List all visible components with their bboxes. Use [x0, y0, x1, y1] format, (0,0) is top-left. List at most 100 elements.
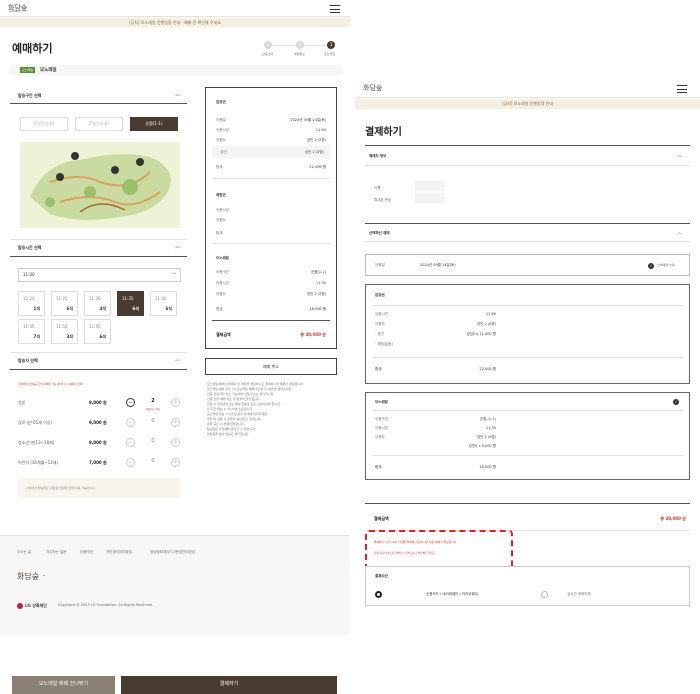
payment-total-label: 결제금액 [216, 332, 231, 337]
route-section-title: 탑승구간 선택 [18, 93, 42, 98]
route-button-2[interactable]: 2구간(승차) [75, 117, 123, 131]
cancel-booking-button[interactable]: 예매 취소 [205, 358, 337, 375]
card-key: · 체험(없음) [375, 342, 393, 346]
divider [0, 535, 350, 536]
pay-button[interactable]: 결제하기 [121, 676, 337, 694]
slot-time: 11:45 [23, 324, 35, 329]
subtitle-bar [10, 65, 342, 75]
summary-value: 2024년 09월 14일(토) [290, 118, 326, 122]
card-value: 성인2 x 9,000 원 [468, 444, 496, 448]
booker-field-label: 이름 [374, 186, 381, 190]
passenger-label: 어린이 (36개월~12세) [18, 460, 59, 465]
notice-banner[interactable]: [공지] 모노레일 운행일정 안내 · 예매 전 확인해 주세요 [0, 18, 350, 27]
radio-card[interactable] [375, 591, 382, 598]
passenger-qty[interactable]: 0 [148, 458, 158, 464]
summary-box: 입장권 이용일 2024년 09월 14일(토) 이용시간 11:00 이용자 … [205, 87, 337, 349]
card-title: 입장권 [375, 293, 385, 297]
slot-time: 11:30 [89, 296, 101, 301]
summary-key: 이용구간 [216, 270, 229, 274]
summary-total-value: 22,000 원 [309, 165, 326, 169]
route-button-1[interactable]: 1구간(승차) [20, 117, 68, 131]
footer-logo[interactable]: 화담숲 [17, 571, 39, 582]
card-key: 이용자 [375, 435, 385, 439]
notice-list: · 모노레일(예매) [결제하기] 버튼을 클릭하시고 결제하시면 예매가 완료… [205, 382, 340, 437]
time-slot[interactable]: 11:45 7석 [18, 319, 45, 344]
step-3-label: 모노레일 [324, 52, 336, 56]
divider [365, 241, 690, 242]
passenger-qty[interactable]: 2 [148, 398, 158, 404]
notice-banner[interactable]: [공지] 모노레일 운행일정 안내 [355, 99, 700, 109]
slot-seats: 6석 [66, 306, 73, 311]
divider [365, 165, 690, 166]
summary-total-key: 합계 [216, 165, 223, 169]
passenger-price: 9,000 원 [89, 440, 107, 445]
time-slot[interactable]: 11:40 6석 [150, 291, 177, 316]
time-slot[interactable]: 11:30 4석 [84, 291, 111, 316]
header: 화담숲 HWADAMSUP [0, 0, 350, 17]
route-button-3[interactable]: 순환(1-1) [130, 117, 178, 131]
logo[interactable]: 화담숲 [363, 83, 382, 93]
minus-button[interactable]: − [126, 458, 135, 467]
time-slot[interactable]: 11:25 6석 [51, 291, 78, 316]
plus-button[interactable]: + [171, 438, 180, 447]
passenger-price: 7,000 원 [89, 460, 107, 465]
summary-section-title: 모노레일 [216, 256, 229, 260]
passenger-qty[interactable]: 0 [148, 438, 158, 444]
plus-button[interactable]: + [171, 398, 180, 407]
chevron-up-icon[interactable]: ︿ [175, 91, 180, 98]
passenger-qty[interactable]: 0 [148, 418, 158, 424]
passenger-price: 9,000 원 [89, 400, 107, 405]
footer-link[interactable]: 오시는 길 [17, 550, 31, 555]
footer: 오시는 길 자주하는 질문 이용약관 개인정보처리방침 영상정보처리기기운영관리… [0, 535, 350, 635]
footer-link[interactable]: 영상정보처리기기운영관리방침 [150, 550, 195, 555]
step-3: 3 [327, 41, 335, 49]
time-slot[interactable]: 11:55 6석 [84, 319, 111, 344]
chevron-up-icon[interactable]: ︿ [175, 243, 180, 250]
skip-monorail-button[interactable]: 모노레일 예매 건너뛰기 [12, 676, 115, 694]
check-icon[interactable]: ✓ [648, 263, 654, 269]
slot-seats: 3석 [66, 334, 73, 339]
minus-button[interactable]: − [126, 418, 135, 427]
divider [10, 239, 187, 240]
header: 화담숲 [355, 78, 700, 98]
footer-brand: LG 상록재단 [25, 603, 47, 608]
check-icon[interactable]: ✓ [673, 399, 679, 405]
payment-total-value: 총 40,000 원 [300, 332, 326, 337]
slot-seats: 7석 [33, 334, 40, 339]
footer-link[interactable]: 이용약관 [80, 550, 93, 555]
slot-seats: 6석 [165, 306, 172, 311]
radio-transfer[interactable] [541, 591, 548, 598]
divider [212, 243, 330, 244]
summary-key: 이용일 [216, 118, 226, 122]
footer-link[interactable]: 개인정보처리방침 [106, 550, 132, 555]
payment-method-label[interactable]: 실시간 계좌이체 [567, 592, 591, 597]
slot-time: 11:55 [89, 324, 101, 329]
time-slot[interactable]: 11:20 1석 [18, 291, 45, 316]
step-2: 2 [296, 41, 304, 49]
footer-link[interactable]: 자주하는 질문 [46, 550, 66, 555]
time-select[interactable]: 11:00 ﹀ [18, 268, 181, 282]
date-value: 2024년 09월 14일(토) [420, 263, 456, 267]
time-slot-selected[interactable]: 11:35 6석 [117, 291, 144, 316]
step-1: 1 [264, 41, 272, 49]
date-card: 이용일 2024년 09월 14일(토) ✓ 선택예매 선택 [365, 254, 690, 276]
chevron-up-icon[interactable]: ︿ [175, 356, 180, 363]
summary-key: 합계 [216, 307, 223, 311]
divider [372, 455, 684, 456]
time-select-value: 11:00 [23, 272, 35, 277]
booker-name-value [415, 181, 445, 191]
payment-method-label[interactable]: 신용카드 / 네이버페이 / 카카오페이 [426, 592, 478, 597]
plus-button[interactable]: + [171, 458, 180, 467]
minus-button[interactable]: − [126, 438, 135, 447]
plus-button[interactable]: + [171, 418, 180, 427]
divider [10, 369, 187, 370]
menu-icon[interactable] [330, 5, 340, 13]
menu-icon[interactable] [677, 85, 687, 93]
chevron-down-icon[interactable]: ⌄ [42, 572, 46, 578]
chevron-up-icon[interactable]: ︿ [677, 229, 682, 236]
info-note: · 선택하신 탑승권은 관람일 당일에 한해 사용 가능합니다. [24, 486, 97, 490]
time-slot[interactable]: 11:50 3석 [51, 319, 78, 344]
minus-button[interactable]: − [126, 398, 135, 407]
chevron-up-icon[interactable]: ︿ [677, 152, 682, 159]
divider [212, 178, 330, 179]
